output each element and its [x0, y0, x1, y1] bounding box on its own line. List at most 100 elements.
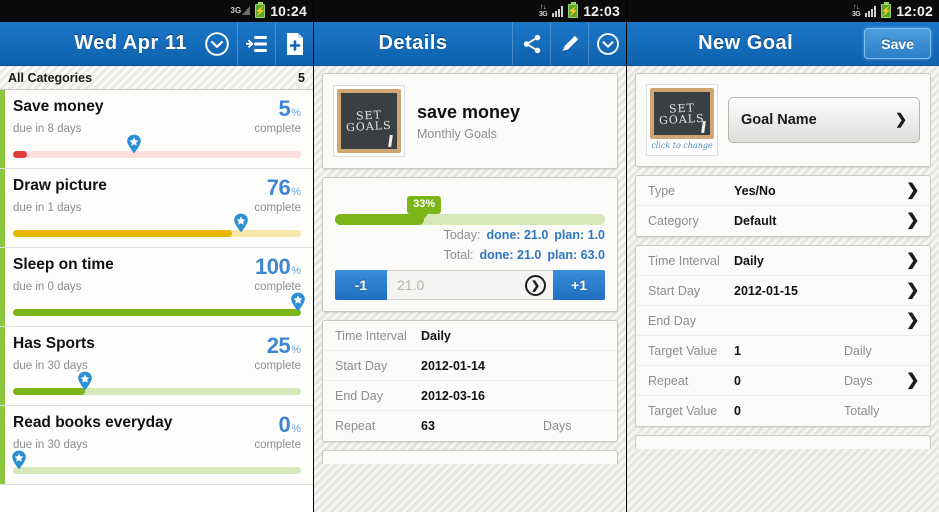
- share-icon[interactable]: [512, 22, 550, 65]
- details-content: SET GOALS save money Monthly Goals 33% T…: [314, 66, 626, 512]
- info-row-value: 2012-03-16: [421, 388, 485, 403]
- goal-thumbnail[interactable]: SET GOALS: [333, 85, 405, 157]
- goal-thumbnail[interactable]: SET GOALS click to change: [646, 84, 718, 156]
- info-row-value: 1: [734, 343, 741, 358]
- target-pin-icon: [233, 213, 249, 233]
- info-row-value: 2012-01-14: [421, 358, 485, 373]
- info-row[interactable]: End Day ❯: [636, 306, 930, 336]
- info-row[interactable]: Time Interval Daily: [323, 321, 617, 351]
- info-row-label: End Day: [648, 313, 696, 328]
- info-row[interactable]: Time Interval Daily ❯: [636, 246, 930, 276]
- increment-button[interactable]: +1: [553, 270, 605, 300]
- info-row-label: Target Value: [648, 343, 718, 358]
- goal-percent-value: 5: [278, 96, 291, 121]
- schedule-info-card[interactable]: Time Interval Daily Start Day 2012-01-14 End…: [322, 320, 618, 442]
- goal-schedule-card[interactable]: Time Interval Daily ❯ Start Day 2012-01-15 ❯ E…: [635, 245, 931, 427]
- goal-header-card[interactable]: SET GOALS save money Monthly Goals: [322, 73, 618, 169]
- info-row[interactable]: Type Yes/No ❯: [636, 176, 930, 206]
- status-clock: 10:24: [270, 3, 307, 19]
- progress-badge: 33%: [407, 196, 442, 219]
- goal-percent-value: 0: [278, 412, 291, 437]
- chevron-right-icon: ❯: [906, 311, 920, 329]
- network-3g-icon: 3G: [231, 6, 251, 15]
- status-bar: ↑↓ 3G ⚡ 12:02: [627, 0, 939, 22]
- target-pin-icon: [77, 371, 93, 391]
- value-stepper[interactable]: -1 21.0 ❯ +1: [335, 270, 605, 300]
- sort-list-icon[interactable]: [237, 22, 275, 65]
- info-row[interactable]: End Day 2012-03-16: [323, 381, 617, 411]
- thumb-line-2: GOALS: [345, 118, 393, 135]
- progress-fill: [13, 309, 301, 316]
- goal-list-item[interactable]: Sleep on time 100% due in 0 days complete: [0, 248, 313, 327]
- data-transfer-icon: ↑↓ 3G: [851, 4, 861, 18]
- info-row-unit: Daily: [844, 343, 872, 358]
- page-title: Details: [378, 32, 448, 54]
- info-row-label: Repeat: [335, 419, 376, 433]
- goal-category: Monthly Goals: [417, 126, 497, 141]
- goal-progress-bar: [13, 292, 305, 316]
- signal-strength-icon: [865, 5, 877, 17]
- category-count: 5: [298, 70, 305, 85]
- info-row[interactable]: Start Day 2012-01-14: [323, 351, 617, 381]
- info-row[interactable]: Start Day 2012-01-15 ❯: [636, 276, 930, 306]
- next-card-peek: [322, 450, 618, 464]
- info-row-label: Type: [648, 183, 676, 198]
- progress-card: 33% Today: done: 21.0 plan: 1.0 Total: done:…: [322, 177, 618, 312]
- stat-label: Total:: [443, 248, 474, 262]
- info-row-value: 0: [734, 373, 741, 388]
- goal-complete-label: complete: [254, 439, 301, 451]
- info-row[interactable]: Target Value0Totally❯: [636, 396, 930, 426]
- goal-due-text: due in 8 days: [13, 123, 82, 135]
- thumb-line-2: GOALS: [658, 111, 706, 127]
- chevron-right-icon: ❯: [906, 181, 920, 199]
- page-title: Wed Apr 11: [74, 32, 187, 54]
- new-document-plus-icon[interactable]: [275, 22, 313, 65]
- goal-list[interactable]: Save money 5% due in 8 days complete Draw pi…: [0, 90, 313, 512]
- target-pin-icon: [11, 450, 27, 470]
- goal-name: Draw picture: [13, 177, 107, 194]
- goal-list-item[interactable]: Read books everyday 0% due in 30 days compl…: [0, 406, 313, 485]
- category-label: All Categories: [8, 70, 93, 85]
- stats-block: Today: done: 21.0 plan: 1.0 Total: done: 21.…: [335, 228, 605, 262]
- chevron-right-icon: ❯: [906, 281, 920, 299]
- battery-icon: ⚡: [255, 2, 266, 18]
- decrement-button[interactable]: -1: [335, 270, 387, 300]
- goal-name-card: SET GOALS click to change Goal Name ❯: [635, 73, 931, 167]
- save-button[interactable]: Save: [864, 28, 931, 59]
- status-clock: 12:02: [896, 3, 933, 19]
- pencil-edit-icon[interactable]: [550, 22, 588, 65]
- info-row[interactable]: Category Default ❯: [636, 206, 930, 236]
- goal-percent: 25%: [267, 335, 301, 357]
- chalkboard-icon: SET GOALS: [650, 88, 714, 139]
- value-text: 21.0: [397, 277, 425, 293]
- goal-list-item[interactable]: Save money 5% due in 8 days complete: [0, 90, 313, 169]
- target-pin-icon: [126, 134, 142, 154]
- info-row-label: Time Interval: [648, 253, 720, 268]
- chevron-right-icon: ❯: [895, 111, 908, 128]
- goal-due-text: due in 1 days: [13, 202, 82, 214]
- progress-fill: [13, 151, 28, 158]
- info-row-value: Default: [734, 214, 777, 228]
- arrow-right-circle-icon[interactable]: ❯: [525, 274, 546, 296]
- goal-complete-label: complete: [254, 123, 301, 135]
- info-row[interactable]: Repeat 63 Days: [323, 411, 617, 441]
- goal-list-item[interactable]: Draw picture 76% due in 1 days complete: [0, 169, 313, 248]
- goal-type-card[interactable]: Type Yes/No ❯ Category Default ❯: [635, 175, 931, 237]
- chevron-down-circle-icon[interactable]: [197, 22, 237, 65]
- screen-goal-details: ↑↓ 3G ⚡ 12:03 Details SET GOALS save mon…: [313, 0, 626, 512]
- goal-progress-bar: [11, 450, 301, 474]
- goal-name-input[interactable]: Goal Name ❯: [728, 97, 920, 143]
- goal-list-item[interactable]: Has Sports 25% due in 30 days complete: [0, 327, 313, 406]
- info-row[interactable]: Repeat 0 Days ❯: [636, 366, 930, 396]
- stat-row: Total: done: 21.0 plan: 63.0: [335, 248, 605, 262]
- info-row-label: Start Day: [648, 283, 701, 298]
- status-bar: ↑↓ 3G ⚡ 12:03: [314, 0, 626, 22]
- chevron-down-circle-icon[interactable]: [588, 22, 626, 65]
- screen-new-goal: ↑↓ 3G ⚡ 12:02 New Goal Save SET GOALS cli…: [626, 0, 939, 512]
- info-row-label: Category: [648, 214, 699, 228]
- goal-percent-value: 100: [255, 254, 291, 279]
- category-filter-bar[interactable]: All Categories 5: [0, 66, 313, 90]
- goal-percent-value: 76: [266, 175, 291, 200]
- value-input[interactable]: 21.0 ❯: [387, 270, 553, 300]
- info-row[interactable]: Target Value1Daily❯: [636, 336, 930, 366]
